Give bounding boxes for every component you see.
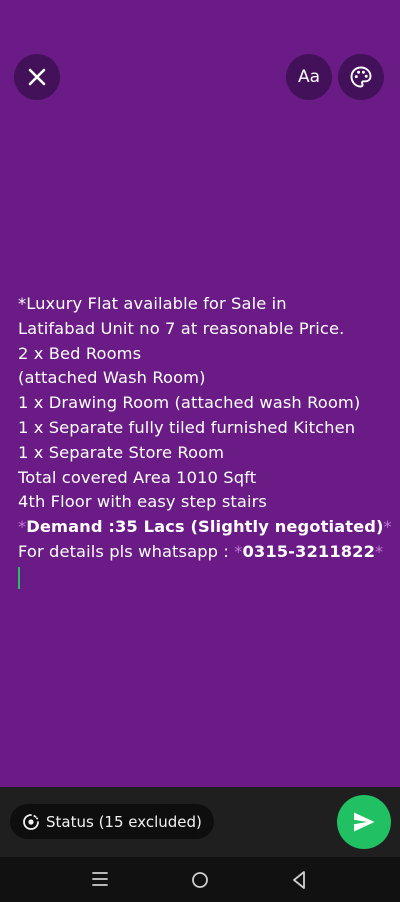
text-cursor [18,566,20,589]
bold-marker: * [375,541,384,561]
color-palette-button[interactable] [338,54,384,100]
status-audience-button[interactable]: Status (15 excluded) [10,804,214,839]
status-audience-label: Status (15 excluded) [46,812,202,831]
send-icon [352,811,376,833]
text-line: 1 x Separate fully tiled furnished Kitch… [18,417,356,437]
text-line: *Luxury Flat available for Sale in [18,292,388,317]
close-icon [27,67,47,87]
text-line: 2 x Bed Rooms [18,343,142,363]
home-icon[interactable] [189,869,211,891]
bold-text: Demand :35 Lacs (Slightly negotiated) [26,517,384,537]
status-text-editor[interactable]: *Luxury Flat available for Sale in Latif… [18,292,392,589]
recent-apps-icon[interactable] [90,869,110,889]
bold-text: 0315-3211822 [242,541,376,561]
status-icon [22,813,40,831]
bold-marker: * [18,294,27,313]
text-line: *Demand :35 Lacs (Slightly negotiated)* [18,515,392,540]
palette-icon [349,65,373,89]
text-line: Latifabad Unit no 7 at reasonable Price. [18,318,345,338]
send-button[interactable] [337,795,391,849]
font-button[interactable]: Aa [286,54,332,100]
back-icon[interactable] [289,869,309,891]
status-canvas[interactable]: Aa *Luxury Flat available for Sale in La… [0,0,400,787]
text-line: 1 x Drawing Room (attached wash Room) [18,393,361,413]
system-navigation-bar [0,857,400,902]
bold-marker: * [18,517,27,537]
text-segment: For details pls whatsapp : [18,541,235,561]
bold-marker: * [383,517,392,537]
close-button[interactable] [14,54,60,100]
text-line: (attached Wash Room) [18,368,206,388]
text-line: For details pls whatsapp : *0315-3211822… [18,540,388,565]
text-line: 1 x Separate Store Room [18,442,225,462]
text-line: Total covered Area 1010 Sqft [18,467,257,487]
text-line: 4th Floor with easy step stairs [18,492,267,512]
text-segment: Luxury Flat available for Sale in [26,294,287,313]
font-button-label: Aa [297,67,321,87]
